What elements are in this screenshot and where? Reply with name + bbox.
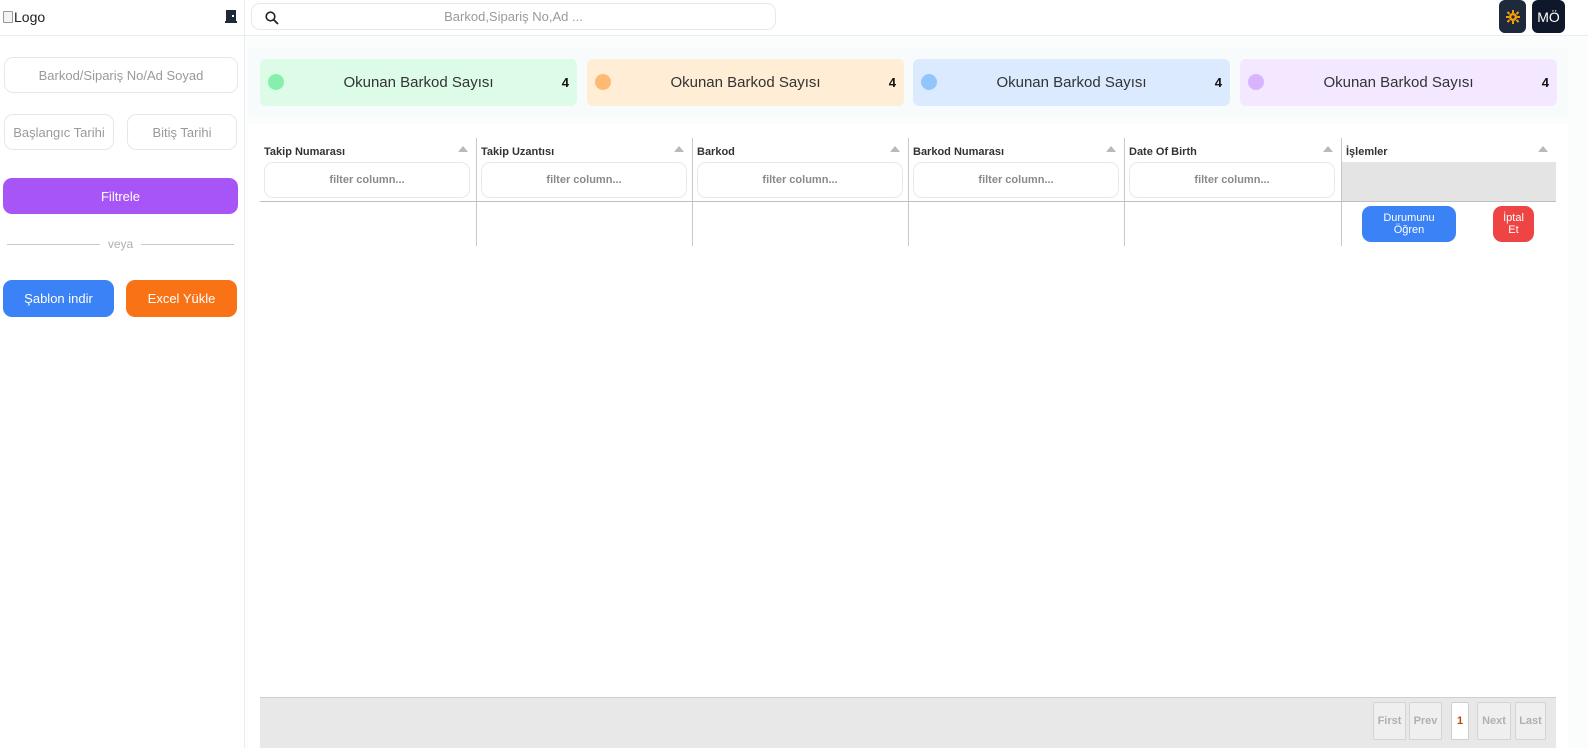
- sort-icon[interactable]: [674, 146, 684, 152]
- divider-line-right: [141, 243, 235, 245]
- filter-placeholder: filter column...: [762, 174, 838, 186]
- broken-image-icon: [3, 11, 13, 23]
- column-title: Barkod Numarası: [913, 146, 1005, 158]
- column-title: İşlemler: [1346, 146, 1388, 158]
- column-filter-input[interactable]: filter column...: [264, 162, 470, 198]
- sidebar: [0, 0, 245, 748]
- cancel-button[interactable]: İptal Et: [1493, 206, 1534, 242]
- column-filter-input[interactable]: filter column...: [697, 162, 903, 198]
- search-icon: [265, 11, 279, 25]
- stat-card-count: 4: [1541, 75, 1549, 90]
- filter-placeholder: filter column...: [1194, 174, 1270, 186]
- column-title: Takip Numarası: [264, 146, 346, 158]
- column-filter-input[interactable]: filter column...: [913, 162, 1119, 198]
- or-label: veya: [107, 237, 134, 251]
- pagination-last[interactable]: Last: [1515, 702, 1546, 740]
- sidebar-search-input[interactable]: Barkod/Sipariş No/Ad Soyad: [4, 57, 238, 93]
- sort-icon[interactable]: [1538, 146, 1548, 152]
- stat-card-label: Okunan Barkod Sayısı: [343, 74, 494, 91]
- stat-card-count: 4: [561, 75, 569, 90]
- sort-icon[interactable]: [1106, 146, 1116, 152]
- column-header-tracking-number[interactable]: Takip Numarası filter column...: [260, 138, 476, 202]
- logo[interactable]: Logo: [3, 9, 45, 25]
- stat-card-label: Okunan Barkod Sayısı: [996, 74, 1147, 91]
- column-header-actions[interactable]: İşlemler: [1341, 138, 1556, 202]
- row-cell-divider: [908, 202, 909, 246]
- column-filter-input[interactable]: filter column...: [481, 162, 687, 198]
- pagination-next[interactable]: Next: [1477, 702, 1511, 740]
- stat-card-label: Okunan Barkod Sayısı: [670, 74, 821, 91]
- row-cell-divider: [476, 202, 477, 246]
- stat-card-count: 4: [1214, 75, 1222, 90]
- gear-icon: [1505, 9, 1520, 24]
- filter-placeholder: filter column...: [978, 174, 1054, 186]
- sidebar-search-placeholder: Barkod/Sipariş No/Ad Soyad: [38, 67, 204, 83]
- global-search-placeholder: Barkod,Sipariş No,Ad ...: [444, 9, 583, 24]
- pagination-current-page[interactable]: 1: [1451, 702, 1469, 740]
- logo-alt-text: Logo: [14, 9, 46, 25]
- pagination-first[interactable]: First: [1373, 702, 1406, 740]
- stat-card-4: Okunan Barkod Sayısı 4: [1240, 59, 1557, 106]
- stat-card-3: Okunan Barkod Sayısı 4: [913, 59, 1230, 106]
- filter-placeholder: filter column...: [329, 174, 405, 186]
- column-filter-input[interactable]: filter column...: [1129, 162, 1335, 198]
- stat-card-label: Okunan Barkod Sayısı: [1323, 74, 1474, 91]
- global-search-input[interactable]: Barkod,Sipariş No,Ad ...: [251, 3, 776, 30]
- sort-icon[interactable]: [1323, 146, 1333, 152]
- divider-line-left: [7, 243, 100, 245]
- sort-icon[interactable]: [458, 146, 468, 152]
- column-title: Barkod: [697, 146, 735, 158]
- column-header-date-of-birth[interactable]: Date Of Birth filter column...: [1124, 138, 1341, 202]
- row-cell-divider: [1341, 202, 1342, 246]
- stat-card-count: 4: [888, 75, 896, 90]
- user-avatar[interactable]: MÖ: [1532, 0, 1565, 33]
- column-header-barcode-number[interactable]: Barkod Numarası filter column...: [908, 138, 1124, 202]
- settings-button[interactable]: [1499, 0, 1526, 33]
- logo-row: Logo: [0, 0, 245, 36]
- column-title: Date Of Birth: [1129, 146, 1197, 158]
- logout-icon[interactable]: [225, 9, 237, 23]
- sort-icon[interactable]: [890, 146, 900, 152]
- stat-card-1: Okunan Barkod Sayısı 4: [260, 59, 577, 106]
- stat-card-2: Okunan Barkod Sayısı 4: [587, 59, 904, 106]
- column-header-barcode[interactable]: Barkod filter column...: [692, 138, 908, 202]
- top-bar: Barkod,Sipariş No,Ad ... MÖ: [245, 0, 1588, 36]
- end-date-placeholder: Bitiş Tarihi: [152, 124, 212, 140]
- pagination-prev[interactable]: Prev: [1409, 702, 1442, 740]
- row-cell-divider: [1124, 202, 1125, 246]
- start-date-placeholder: Başlangıc Tarihi: [13, 124, 105, 140]
- excel-upload-button[interactable]: Excel Yükle: [126, 280, 237, 317]
- download-template-button[interactable]: Şablon indir: [3, 280, 114, 317]
- pagination-bar: [260, 697, 1556, 748]
- start-date-input[interactable]: Başlangıc Tarihi: [4, 114, 114, 150]
- check-status-button[interactable]: Durumunu Öğren: [1362, 206, 1456, 242]
- filter-placeholder: filter column...: [546, 174, 622, 186]
- column-header-tracking-extension[interactable]: Takip Uzantısı filter column...: [476, 138, 692, 202]
- end-date-input[interactable]: Bitiş Tarihi: [127, 114, 237, 150]
- row-cell-divider: [692, 202, 693, 246]
- or-divider: veya: [7, 236, 235, 252]
- filter-button[interactable]: Filtrele: [3, 178, 238, 214]
- column-title: Takip Uzantısı: [481, 146, 555, 158]
